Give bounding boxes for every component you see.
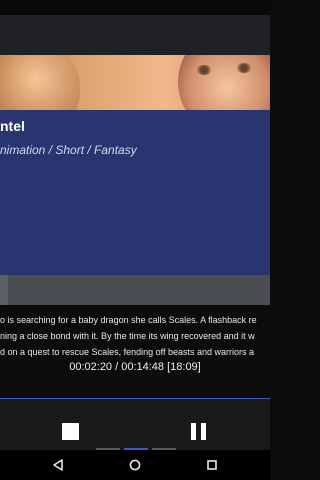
description-line: d on a quest to rescue Scales, fending o… (0, 347, 254, 357)
video-player-screen: ntel nimation / Short / Fantasy o is sea… (0, 0, 270, 480)
movie-genres: nimation / Short / Fantasy (0, 143, 137, 157)
back-button[interactable] (49, 456, 67, 474)
pause-button[interactable] (188, 421, 208, 441)
recents-square-icon (207, 460, 217, 470)
poster-face (178, 55, 270, 110)
stop-icon (61, 422, 79, 440)
back-triangle-icon (53, 459, 63, 471)
home-button[interactable] (126, 456, 144, 474)
stop-button[interactable] (60, 421, 80, 441)
playback-controls (0, 398, 270, 451)
description-line: o is searching for a baby dragon she cal… (0, 315, 257, 325)
description-line: ning a close bond with it. By the time i… (0, 331, 255, 341)
movie-info-panel (0, 110, 270, 275)
info-strip (0, 275, 270, 305)
movie-description: o is searching for a baby dragon she cal… (0, 312, 270, 362)
pause-icon (200, 422, 206, 440)
app-toolbar (0, 15, 270, 55)
movie-title: ntel (0, 118, 25, 134)
status-bar (0, 0, 270, 15)
playback-time: 00:02:20 / 00:14:48 [18:09] (69, 361, 201, 373)
poster-highlight (0, 55, 80, 110)
recents-button[interactable] (203, 456, 221, 474)
movie-poster-image (0, 55, 270, 110)
home-circle-icon (129, 459, 141, 471)
poster-eye-left (196, 65, 212, 75)
system-navigation-bar (0, 450, 270, 480)
info-strip-edge (0, 275, 8, 305)
poster-eye-right (236, 63, 252, 73)
pause-icon (190, 422, 196, 440)
